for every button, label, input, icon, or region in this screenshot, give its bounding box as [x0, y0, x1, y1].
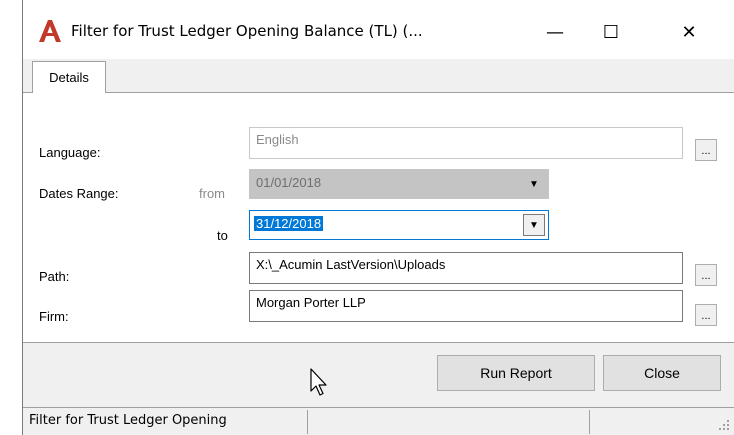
- run-report-label: Run Report: [480, 365, 552, 381]
- firm-label: Firm:: [39, 309, 69, 324]
- browse-dots-icon: ...: [701, 310, 711, 322]
- firm-value: Morgan Porter LLP: [256, 295, 366, 310]
- tab-details[interactable]: Details: [32, 61, 106, 93]
- to-label: to: [217, 228, 228, 243]
- language-label: Language:: [39, 145, 101, 160]
- date-from-value: 01/01/2018: [256, 175, 322, 190]
- dates-range-label: Dates Range:: [39, 186, 119, 201]
- path-value: X:\_Acumin LastVersion\Uploads: [256, 257, 446, 272]
- maximize-button[interactable]: ☐: [588, 12, 634, 52]
- language-value: English: [256, 132, 299, 147]
- minimize-icon: —: [546, 21, 564, 43]
- date-to-combo[interactable]: 31/12/2018 ▼: [249, 210, 549, 240]
- status-separator: [307, 410, 308, 434]
- details-panel: Language: English ... Dates Range: from …: [23, 93, 734, 343]
- maximize-icon: ☐: [602, 21, 620, 43]
- mouse-pointer-icon: [310, 368, 327, 396]
- status-separator: [589, 410, 590, 434]
- language-field: English: [249, 127, 683, 159]
- close-icon: ✕: [681, 21, 697, 43]
- path-label: Path:: [39, 269, 70, 284]
- date-from-combo: 01/01/2018 ▼: [249, 169, 549, 199]
- run-report-button[interactable]: Run Report: [437, 355, 595, 391]
- status-text: Filter for Trust Ledger Opening: [29, 413, 227, 428]
- date-to-value: 31/12/2018: [254, 216, 324, 231]
- path-input[interactable]: X:\_Acumin LastVersion\Uploads: [249, 252, 683, 284]
- status-bar: Filter for Trust Ledger Opening: [23, 407, 734, 435]
- browse-dots-icon: ...: [701, 270, 711, 282]
- browse-dots-icon: ...: [701, 145, 711, 157]
- tab-label: Details: [49, 70, 89, 85]
- title-bar[interactable]: Filter for Trust Ledger Opening Balance …: [23, 0, 734, 59]
- window-title: Filter for Trust Ledger Opening Balance …: [71, 22, 423, 40]
- from-label: from: [199, 186, 225, 201]
- chevron-down-icon[interactable]: ▼: [523, 214, 545, 236]
- close-window-button[interactable]: ✕: [666, 12, 712, 52]
- tab-strip: Details: [23, 59, 734, 93]
- close-label: Close: [644, 365, 680, 381]
- resize-grip-icon[interactable]: [718, 419, 730, 431]
- path-browse-button[interactable]: ...: [695, 264, 717, 286]
- acumin-logo-icon: [39, 20, 61, 42]
- language-browse-button[interactable]: ...: [695, 139, 717, 161]
- firm-input[interactable]: Morgan Porter LLP: [249, 290, 683, 322]
- dialog-window: Filter for Trust Ledger Opening Balance …: [22, 0, 734, 435]
- firm-browse-button[interactable]: ...: [695, 304, 717, 326]
- close-button[interactable]: Close: [603, 355, 721, 391]
- minimize-button[interactable]: —: [532, 12, 578, 52]
- chevron-down-icon: ▼: [529, 178, 539, 190]
